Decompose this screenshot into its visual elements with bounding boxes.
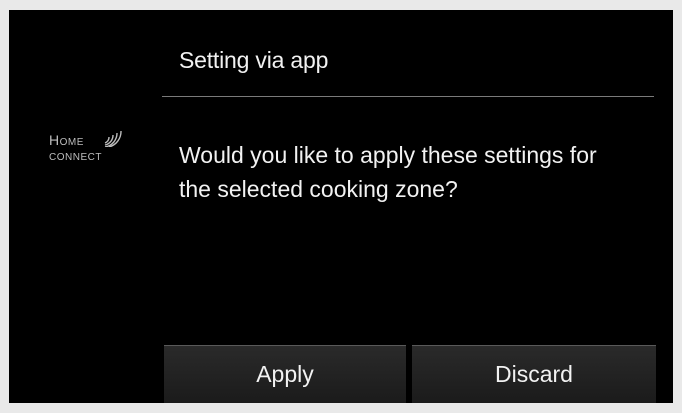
- wifi-signal-icon: [104, 130, 122, 147]
- apply-button[interactable]: Apply: [164, 345, 406, 403]
- home-connect-logo: Home connect: [47, 123, 147, 167]
- dialog-title: Setting via app: [179, 47, 329, 73]
- logo-line-home: Home: [49, 132, 84, 148]
- discard-button[interactable]: Discard: [412, 345, 656, 403]
- title-divider: [162, 96, 654, 97]
- apply-button-label: Apply: [256, 361, 314, 387]
- appliance-screen: Setting via app Home connect Would you l…: [9, 10, 673, 403]
- logo-line-connect: connect: [49, 147, 102, 163]
- discard-button-label: Discard: [495, 361, 573, 387]
- dialog-message: Would you like to apply these settings f…: [179, 142, 597, 202]
